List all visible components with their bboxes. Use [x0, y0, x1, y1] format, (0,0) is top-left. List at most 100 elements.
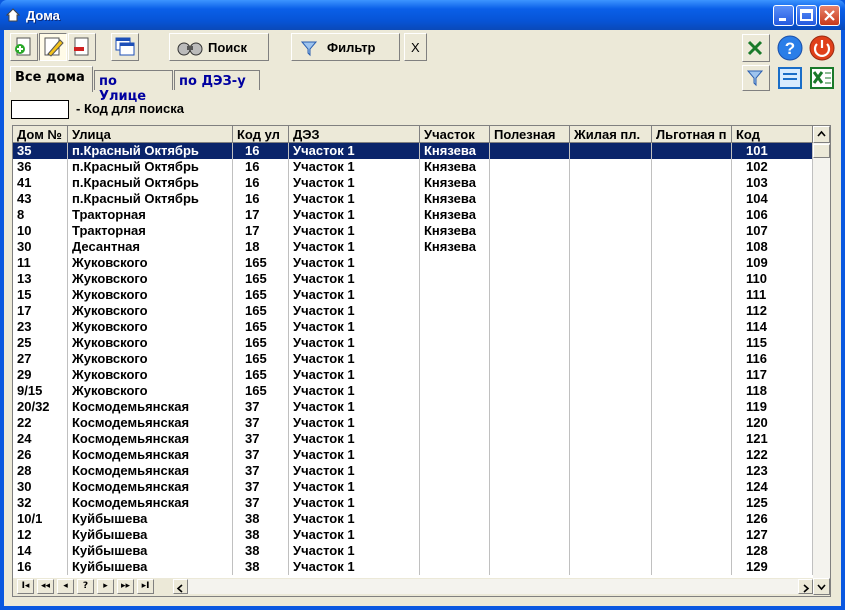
close-button[interactable]	[819, 5, 840, 26]
exit-button[interactable]	[808, 34, 836, 62]
table-cell: 16	[233, 143, 289, 159]
tab-by-street[interactable]: по Улице	[94, 70, 173, 104]
table-cell: 106	[732, 207, 813, 223]
table-row[interactable]: 41 п.Красный Октябрь 16 Участок 1 Князева 103	[13, 175, 813, 191]
column-header[interactable]: Льготная п	[652, 126, 732, 143]
scroll-left-icon	[176, 584, 183, 593]
scroll-thumb[interactable]	[813, 144, 830, 158]
table-cell	[490, 159, 570, 175]
table-cell: 109	[732, 255, 813, 271]
first-record-button[interactable]: I◂	[17, 579, 34, 594]
table-row[interactable]: 17 Жуковского 165 Участок 1 112	[13, 303, 813, 319]
last-record-button[interactable]: ▸I	[137, 579, 154, 594]
table-cell: 14	[13, 543, 68, 559]
prior-page-button[interactable]: ◂◂	[37, 579, 54, 594]
column-header[interactable]: Полезная	[490, 126, 570, 143]
table-row[interactable]: 23 Жуковского 165 Участок 1 114	[13, 319, 813, 335]
table-row[interactable]: 25 Жуковского 165 Участок 1 115	[13, 335, 813, 351]
table-cell	[570, 239, 652, 255]
help-button[interactable]: ?	[776, 34, 804, 62]
table-cell	[420, 415, 490, 431]
table-row[interactable]: 22 Космодемьянская 37 Участок 1 120	[13, 415, 813, 431]
table-row[interactable]: 12 Куйбышева 38 Участок 1 127	[13, 527, 813, 543]
table-cell: Участок 1	[289, 239, 420, 255]
table-row[interactable]: 43 п.Красный Октябрь 16 Участок 1 Князева 104	[13, 191, 813, 207]
vertical-scrollbar[interactable]	[813, 126, 830, 578]
table-cell	[570, 431, 652, 447]
prior-record-button[interactable]: ◂	[57, 579, 74, 594]
table-row[interactable]: 30 Космодемьянская 37 Участок 1 124	[13, 479, 813, 495]
table-cell	[652, 527, 732, 543]
table-row[interactable]: 8 Тракторная 17 Участок 1 Князева 106	[13, 207, 813, 223]
excel-sheet-button[interactable]	[808, 65, 836, 91]
column-header[interactable]: Код ул	[233, 126, 289, 143]
table-cell	[652, 319, 732, 335]
table-cell	[652, 463, 732, 479]
delete-record-button[interactable]	[68, 33, 96, 61]
table-row[interactable]: 9/15 Жуковского 165 Участок 1 118	[13, 383, 813, 399]
scroll-right-button[interactable]	[798, 579, 813, 594]
table-cell: Куйбышева	[68, 527, 233, 543]
horizontal-scrollbar[interactable]	[173, 579, 813, 594]
refresh-button[interactable]: ?	[77, 579, 94, 594]
column-header[interactable]: Код	[732, 126, 813, 143]
table-row[interactable]: 24 Космодемьянская 37 Участок 1 121	[13, 431, 813, 447]
add-record-button[interactable]	[10, 33, 38, 61]
scroll-left-button[interactable]	[173, 579, 188, 594]
table-row[interactable]: 11 Жуковского 165 Участок 1 109	[13, 255, 813, 271]
table-cell	[570, 335, 652, 351]
table-row[interactable]: 29 Жуковского 165 Участок 1 117	[13, 367, 813, 383]
table-cell: п.Красный Октябрь	[68, 159, 233, 175]
table-cell: 115	[732, 335, 813, 351]
table-row[interactable]: 10 Тракторная 17 Участок 1 Князева 107	[13, 223, 813, 239]
column-header[interactable]: ДЭЗ	[289, 126, 420, 143]
table-row[interactable]: 30 Десантная 18 Участок 1 Князева 108	[13, 239, 813, 255]
table-row[interactable]: 10/1 Куйбышева 38 Участок 1 126	[13, 511, 813, 527]
edit-record-button[interactable]	[39, 33, 67, 61]
table-cell: Участок 1	[289, 287, 420, 303]
column-header[interactable]: Участок	[420, 126, 490, 143]
table-cell: 27	[13, 351, 68, 367]
title-bar[interactable]: Дома	[0, 0, 845, 30]
table-cell: 125	[732, 495, 813, 511]
next-page-button[interactable]: ▸▸	[117, 579, 134, 594]
table-row[interactable]: 35 п.Красный Октябрь 16 Участок 1 Князева 101	[13, 143, 813, 159]
table-row[interactable]: 26 Космодемьянская 37 Участок 1 122	[13, 447, 813, 463]
client-area: Поиск Фильтр X ? Все дома по Улице по ДЭ…	[4, 30, 841, 606]
next-record-button[interactable]: ▸	[97, 579, 114, 594]
column-header[interactable]: Улица	[68, 126, 233, 143]
scroll-up-button[interactable]	[813, 126, 830, 143]
table-cell: 38	[233, 527, 289, 543]
houses-table[interactable]: Дом № Улица Код ул ДЭЗ Участок Полезная Жилая …	[12, 125, 831, 597]
minimize-button[interactable]	[773, 5, 794, 26]
windows-button[interactable]	[111, 33, 139, 61]
scroll-down-button[interactable]	[813, 578, 830, 595]
table-row[interactable]: 14 Куйбышева 38 Участок 1 128	[13, 543, 813, 559]
table-cell: 20/32	[13, 399, 68, 415]
table-row[interactable]: 28 Космодемьянская 37 Участок 1 123	[13, 463, 813, 479]
filter-small-button[interactable]	[742, 65, 770, 91]
search-code-input[interactable]	[11, 100, 69, 119]
table-cell: 25	[13, 335, 68, 351]
table-row[interactable]: 13 Жуковского 165 Участок 1 110	[13, 271, 813, 287]
excel-export-button[interactable]	[742, 34, 770, 62]
filter-button[interactable]: Фильтр	[291, 33, 400, 61]
column-header[interactable]: Дом №	[13, 126, 68, 143]
table-row[interactable]: 32 Космодемьянская 37 Участок 1 125	[13, 495, 813, 511]
search-button[interactable]: Поиск	[169, 33, 269, 61]
report-button[interactable]	[776, 65, 804, 91]
table-row[interactable]: 20/32 Космодемьянская 37 Участок 1 119	[13, 399, 813, 415]
table-row[interactable]: 16 Куйбышева 38 Участок 1 129	[13, 559, 813, 575]
table-cell	[420, 463, 490, 479]
table-cell	[490, 255, 570, 271]
table-cell: 10/1	[13, 511, 68, 527]
maximize-button[interactable]	[796, 5, 817, 26]
column-header[interactable]: Жилая пл.	[570, 126, 652, 143]
table-row[interactable]: 36 п.Красный Октябрь 16 Участок 1 Князева 102	[13, 159, 813, 175]
table-row[interactable]: 15 Жуковского 165 Участок 1 111	[13, 287, 813, 303]
table-row[interactable]: 27 Жуковского 165 Участок 1 116	[13, 351, 813, 367]
tab-by-dez[interactable]: по ДЭЗ-у	[174, 70, 260, 90]
help-icon: ?	[777, 35, 803, 61]
tab-all-houses[interactable]: Все дома	[10, 66, 93, 92]
clear-filter-button[interactable]: X	[404, 33, 427, 61]
